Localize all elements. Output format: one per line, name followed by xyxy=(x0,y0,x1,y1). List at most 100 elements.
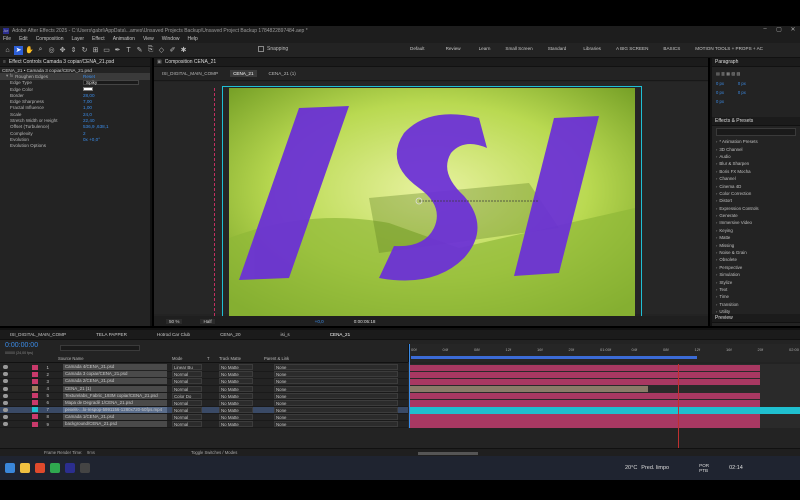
indent-first-value[interactable]: 0 px xyxy=(716,90,724,95)
menu-animation[interactable]: Animation xyxy=(113,36,135,42)
timeline-tab-tela-papper[interactable]: TELA PAPPER xyxy=(96,332,127,337)
effect-property-value[interactable]: 28,00 xyxy=(83,93,95,98)
effects-presets-tab[interactable]: Effects & Presets xyxy=(712,117,800,126)
layer-duration-bar[interactable] xyxy=(410,407,800,414)
chevron-right-icon[interactable]: › xyxy=(716,191,717,196)
layer-row[interactable]: 9 background/CENA_21.psd Normal No Matte Non… xyxy=(0,421,408,429)
chevron-right-icon[interactable]: › xyxy=(716,302,717,307)
blend-mode-dropdown[interactable]: Normal xyxy=(172,399,202,406)
chevron-right-icon[interactable]: › xyxy=(716,235,717,240)
effects-category-item[interactable]: › Obsolete xyxy=(712,256,800,263)
layer-duration-bar[interactable] xyxy=(410,421,760,428)
effects-category-item[interactable]: › Generate xyxy=(712,212,800,219)
zoom-dropdown[interactable]: 50 % xyxy=(166,318,183,324)
effects-category-item[interactable]: › Matte xyxy=(712,234,800,241)
visibility-eye-icon[interactable] xyxy=(3,414,8,419)
zoom-tool-icon[interactable]: ⌕ xyxy=(36,46,45,55)
workspace-a-big-screen[interactable]: A BIG SCREEN xyxy=(616,46,648,51)
orbit-tool-icon[interactable]: ◎ xyxy=(47,46,56,55)
timeline-tab-isi-s[interactable]: isi_s xyxy=(281,332,290,337)
effects-category-item[interactable]: › Keying xyxy=(712,227,800,234)
header-mode[interactable]: Mode xyxy=(172,356,182,361)
effect-controls-tab[interactable]: ≡ Effect Controls Camada 3 copiar/CENA_2… xyxy=(0,58,150,67)
layer-duration-bar[interactable] xyxy=(410,414,760,421)
workspace-standard[interactable]: Standard xyxy=(548,46,567,51)
chevron-right-icon[interactable]: › xyxy=(716,220,717,225)
visibility-eye-icon[interactable] xyxy=(3,393,8,398)
menu-effect[interactable]: Effect xyxy=(92,36,105,42)
menu-layer[interactable]: Layer xyxy=(71,36,84,42)
breadcrumb-cena-21-1[interactable]: CENA_21 (1) xyxy=(269,71,296,76)
brush-tool-icon[interactable]: ✎ xyxy=(135,46,144,55)
blend-mode-dropdown[interactable]: Normal xyxy=(172,421,202,428)
effects-category-item[interactable]: › Blur & Sharpen xyxy=(712,160,800,167)
chevron-right-icon[interactable]: › xyxy=(716,272,717,277)
hand-tool-icon[interactable]: ✋ xyxy=(25,46,34,55)
app-taskbar-icon[interactable] xyxy=(80,463,90,473)
track-matte-dropdown[interactable]: No Matte xyxy=(219,364,253,371)
timeline-tab-isi-main[interactable]: ISI_DIGITAL_MAIN_COMP xyxy=(10,332,66,337)
parent-dropdown[interactable]: None xyxy=(274,413,398,420)
time-ruler[interactable]: 00f 04f 08f 12f 16f 20f 01:00f 04f 08f 12f 16f 20f 0… xyxy=(408,344,800,362)
chevron-right-icon[interactable]: › xyxy=(716,176,717,181)
effects-search-input[interactable] xyxy=(716,128,796,136)
layer-label-color[interactable] xyxy=(32,386,38,392)
current-time-display[interactable]: 0:00:05:18 xyxy=(354,319,376,324)
layer-name[interactable]: Mapa de Degradê 1/CENA_21.psd xyxy=(63,399,167,406)
effect-property-value[interactable]: 24,0 xyxy=(83,112,92,117)
whatsapp-icon[interactable] xyxy=(50,463,60,473)
menu-view[interactable]: View xyxy=(143,36,154,42)
composition-tab[interactable]: ▣ Composition CENA_21 xyxy=(154,58,708,67)
track-matte-dropdown[interactable]: No Matte xyxy=(219,406,253,413)
chevron-right-icon[interactable]: › xyxy=(716,294,717,299)
workspace-libraries[interactable]: Libraries xyxy=(583,46,601,51)
toggle-switches-modes[interactable]: Toggle Switches / Modes xyxy=(191,450,237,455)
header-track-matte[interactable]: Track Matte xyxy=(219,356,241,361)
rotate-tool-icon[interactable]: ↻ xyxy=(80,46,89,55)
selection-tool-icon[interactable]: ➤ xyxy=(14,45,23,55)
effects-category-item[interactable]: › Boris FX Mocha xyxy=(712,168,800,175)
exposure-value[interactable]: +0,0 xyxy=(315,319,324,324)
parent-dropdown[interactable]: None xyxy=(274,421,398,428)
blend-mode-dropdown[interactable]: Normal xyxy=(172,413,202,420)
parent-dropdown[interactable]: None xyxy=(274,392,398,399)
effect-property-row[interactable]: Evolution Options xyxy=(0,143,150,149)
parent-dropdown[interactable]: None xyxy=(274,378,398,385)
effects-category-item[interactable]: › Immersive Video xyxy=(712,219,800,226)
visibility-eye-icon[interactable] xyxy=(3,386,8,391)
visibility-eye-icon[interactable] xyxy=(3,422,8,427)
layer-duration-bar[interactable] xyxy=(410,400,760,407)
effects-category-item[interactable]: › Time xyxy=(712,293,800,300)
paragraph-tab[interactable]: Paragraph xyxy=(712,58,800,67)
effect-property-value[interactable]: 2 xyxy=(83,131,86,136)
effects-category-item[interactable]: › Color Correction xyxy=(712,190,800,197)
layer-duration-bar[interactable] xyxy=(410,378,760,386)
chevron-right-icon[interactable]: › xyxy=(716,184,717,189)
timeline-tab-cena-20[interactable]: CENA_20 xyxy=(220,332,240,337)
chevron-right-icon[interactable]: › xyxy=(716,206,717,211)
alignment-buttons[interactable]: ▤ ▥ ▦ ▧ ▨ xyxy=(716,71,796,76)
visibility-eye-icon[interactable] xyxy=(3,365,8,370)
blend-mode-dropdown[interactable]: Normal xyxy=(172,378,202,385)
chevron-right-icon[interactable]: › xyxy=(716,161,717,166)
timeline-current-time[interactable]: 0:00:00:00 xyxy=(5,342,38,349)
playhead[interactable] xyxy=(409,344,410,428)
parent-dropdown[interactable]: None xyxy=(274,385,398,392)
track-matte-dropdown[interactable]: No Matte xyxy=(219,385,253,392)
visibility-eye-icon[interactable] xyxy=(3,379,8,384)
chevron-right-icon[interactable]: › xyxy=(716,213,717,218)
blend-mode-dropdown[interactable]: Color Do xyxy=(172,392,202,399)
layer-label-color[interactable] xyxy=(32,407,38,413)
chevron-right-icon[interactable]: › xyxy=(716,198,717,203)
timeline-zoom-slider[interactable] xyxy=(418,452,478,455)
layer-duration-bar[interactable] xyxy=(410,371,760,379)
layer-label-color[interactable] xyxy=(32,400,38,406)
chevron-right-icon[interactable]: › xyxy=(716,287,717,292)
chevron-right-icon[interactable]: › xyxy=(716,243,717,248)
layer-label-color[interactable] xyxy=(32,414,38,420)
timeline-search-input[interactable] xyxy=(60,345,140,351)
snapping-checkbox[interactable] xyxy=(258,46,264,52)
workspace-learn[interactable]: Learn xyxy=(479,46,491,51)
home-icon[interactable]: ⌂ xyxy=(3,46,12,55)
menu-composition[interactable]: Composition xyxy=(36,36,64,42)
